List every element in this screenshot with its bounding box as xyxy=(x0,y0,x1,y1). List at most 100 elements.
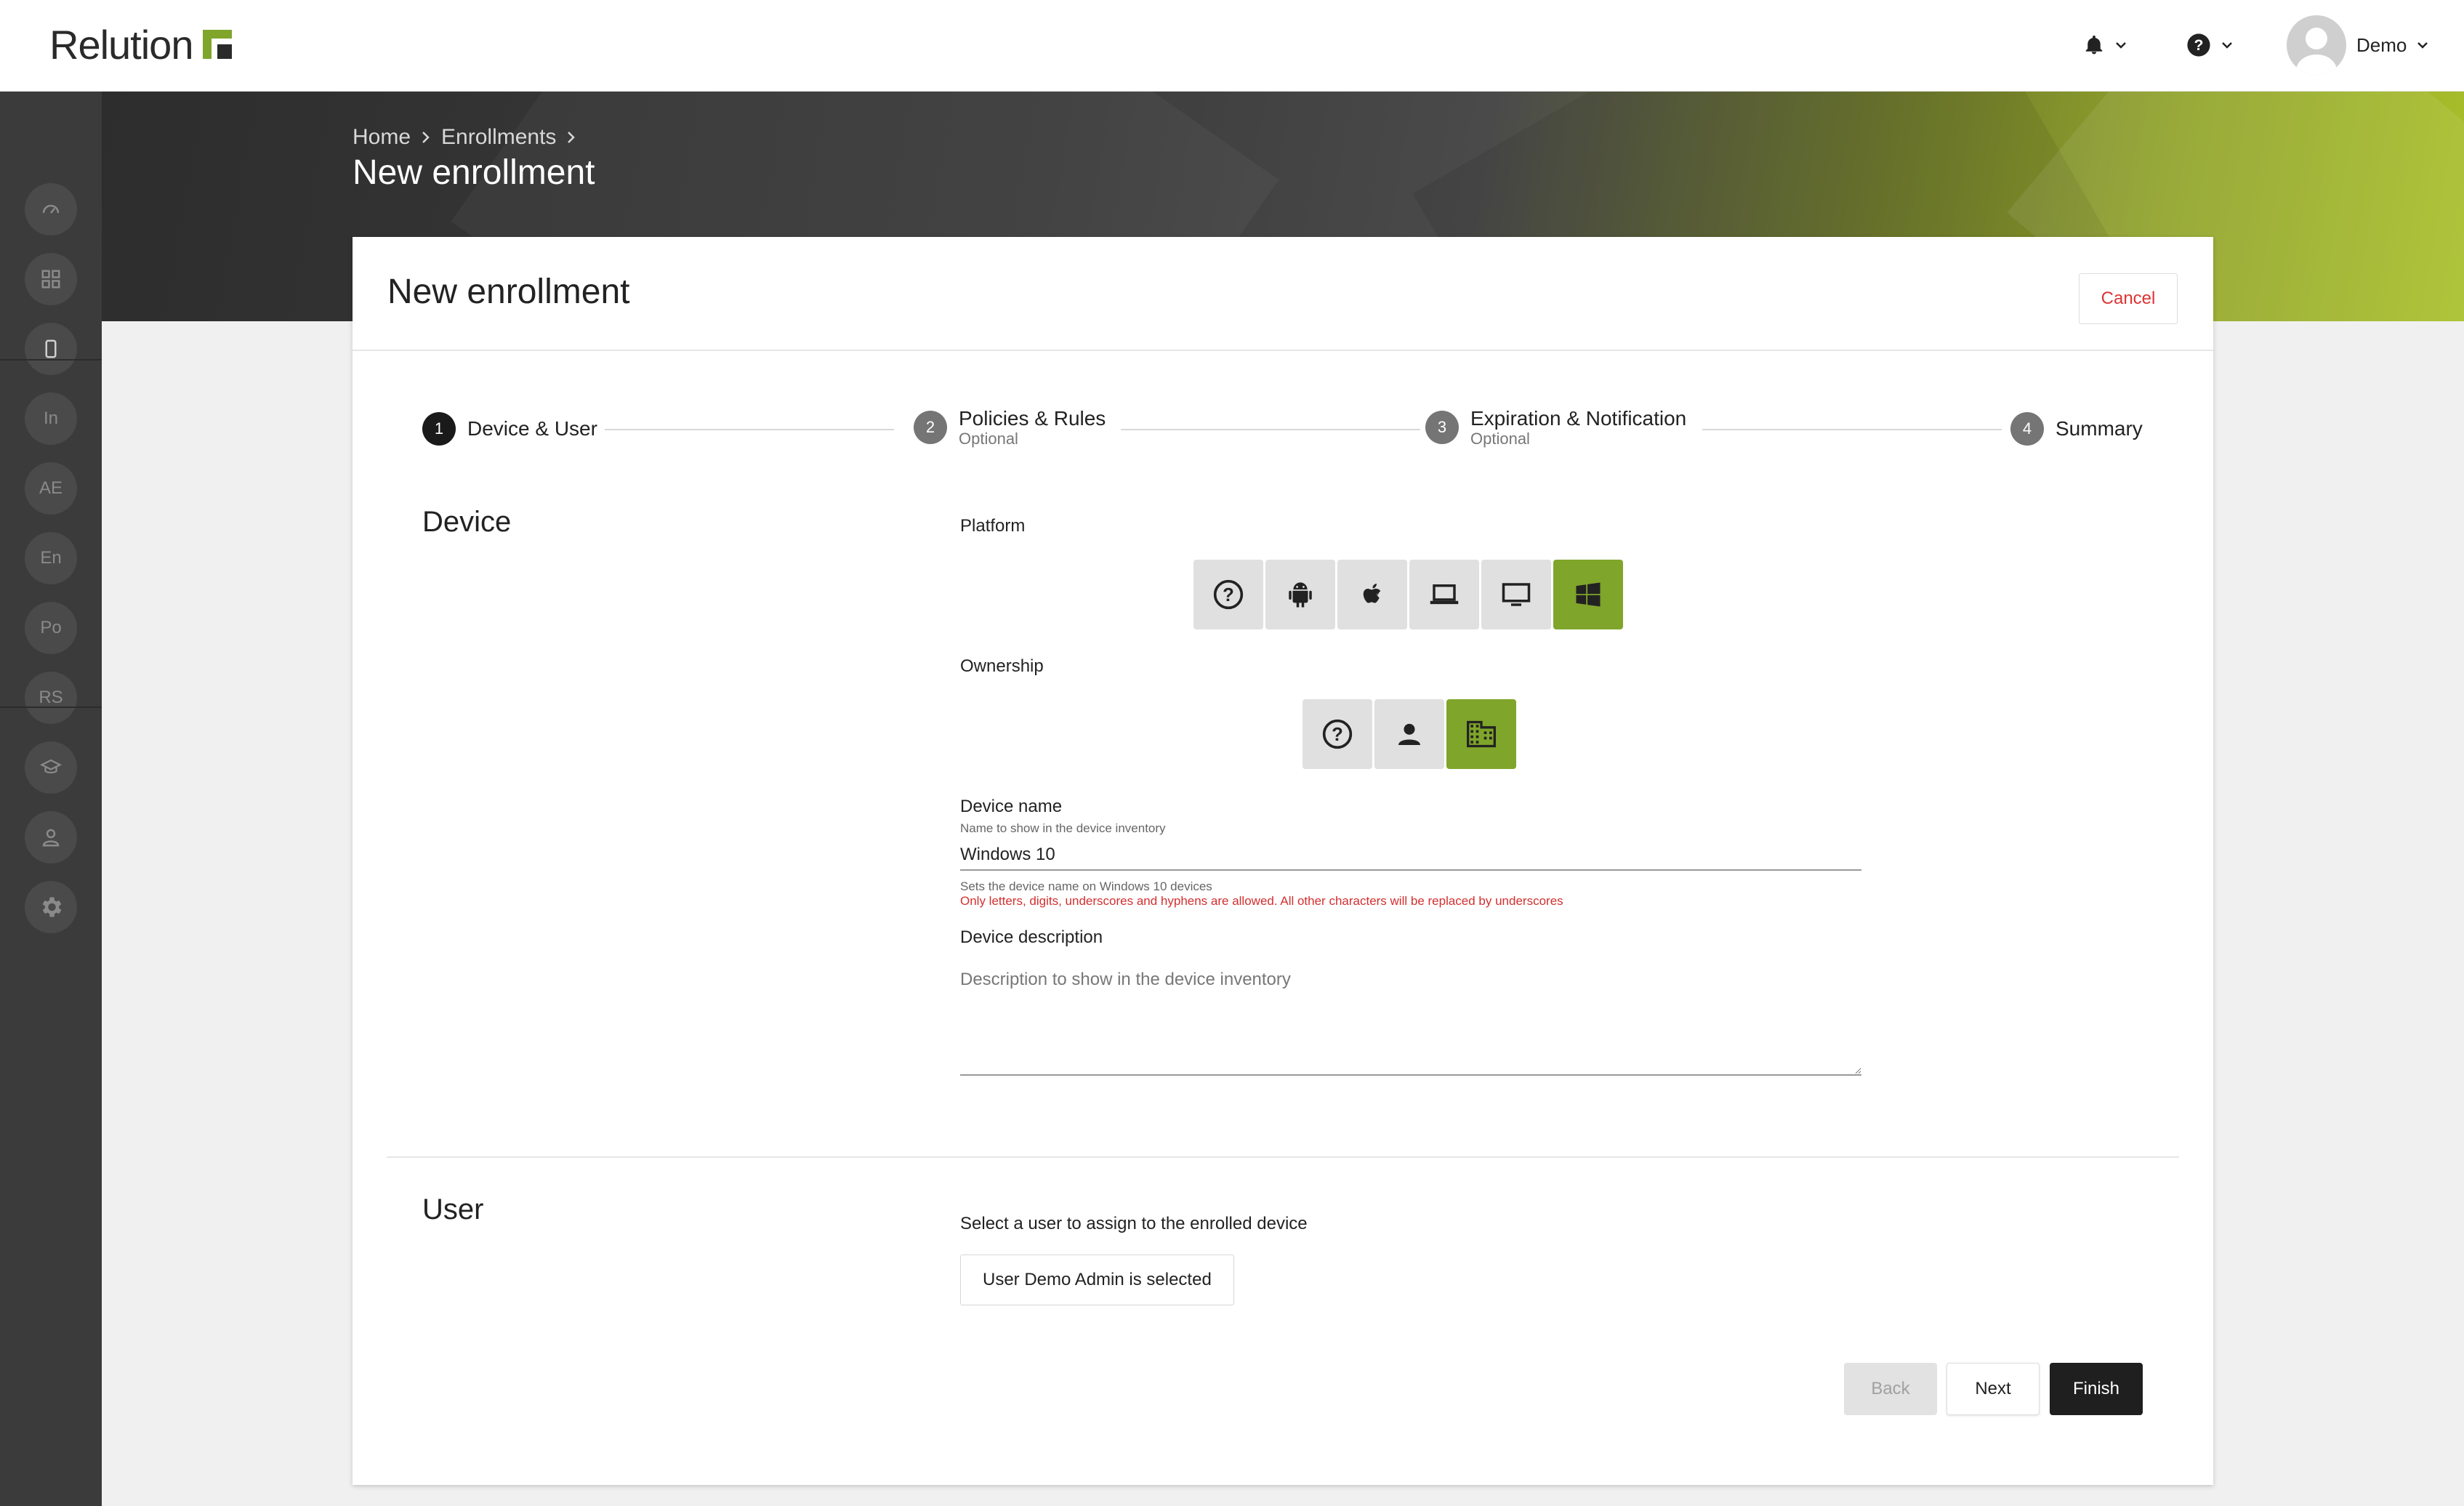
sidebar: In AE En Po RS xyxy=(0,92,102,1506)
step-summary[interactable]: 4 Summary xyxy=(2010,412,2143,446)
user-menu[interactable]: Demo xyxy=(2287,15,2428,75)
next-button[interactable]: Next xyxy=(1946,1363,2040,1415)
step-policies-rules[interactable]: 2 Policies & Rules Optional xyxy=(914,407,1106,448)
logo-mark-icon xyxy=(203,30,233,59)
question-circle-icon: ? xyxy=(1322,719,1353,749)
ownership-unknown-toggle[interactable]: ? xyxy=(1303,699,1372,769)
stepper-connector xyxy=(1121,429,1420,430)
device-name-error: Only letters, digits, underscores and hy… xyxy=(960,894,1563,908)
platform-label: Platform xyxy=(960,516,1026,536)
step-optional: Optional xyxy=(959,429,1018,448)
platform-windows-toggle[interactable] xyxy=(1553,560,1623,629)
breadcrumb-enrollments[interactable]: Enrollments xyxy=(441,125,556,150)
sidebar-item-dashboard[interactable] xyxy=(25,183,77,235)
device-name-help: Sets the device name on Windows 10 devic… xyxy=(960,879,1212,893)
platform-toggle-group: ? xyxy=(1193,560,1623,629)
help-icon: ? xyxy=(2187,33,2210,57)
sidebar-item-label: Po xyxy=(40,618,62,637)
select-user-button[interactable]: User Demo Admin is selected xyxy=(960,1255,1234,1305)
sidebar-item-rs[interactable]: RS xyxy=(25,672,77,724)
avatar xyxy=(2287,15,2346,75)
step-expiration-notification[interactable]: 3 Expiration & Notification Optional xyxy=(1425,407,1687,448)
sidebar-item-apps[interactable] xyxy=(25,253,77,305)
svg-text:?: ? xyxy=(1332,725,1343,745)
help-menu[interactable]: ? xyxy=(2186,26,2233,64)
ownership-label: Ownership xyxy=(960,656,1044,676)
sidebar-item-ae[interactable]: AE xyxy=(25,462,77,515)
avatar-person-icon xyxy=(2296,28,2337,75)
card-divider xyxy=(353,350,2213,351)
sidebar-item-users[interactable] xyxy=(25,811,77,863)
user-icon xyxy=(42,829,60,847)
svg-text:?: ? xyxy=(2194,36,2204,54)
step-label: Policies & Rules xyxy=(959,407,1106,430)
chevron-right-icon xyxy=(422,132,430,143)
ownership-company-toggle[interactable] xyxy=(1446,699,1516,769)
finish-button[interactable]: Finish xyxy=(2050,1363,2143,1415)
windows-icon xyxy=(1576,582,1601,607)
user-name: Demo xyxy=(2356,33,2407,56)
sidebar-item-po[interactable]: Po xyxy=(25,602,77,654)
sidebar-item-in[interactable]: In xyxy=(25,392,77,445)
step-label: Summary xyxy=(2056,416,2143,440)
device-description-input[interactable] xyxy=(960,959,1861,1076)
platform-desktop-toggle[interactable] xyxy=(1481,560,1551,629)
sidebar-item-label: En xyxy=(40,548,62,568)
device-name-input[interactable] xyxy=(960,840,1861,871)
back-button[interactable]: Back xyxy=(1844,1363,1937,1415)
device-section-title: Device xyxy=(422,506,512,538)
notifications-menu[interactable] xyxy=(2083,26,2127,64)
page-title: New enrollment xyxy=(353,153,595,192)
device-name-label: Device name xyxy=(960,797,1063,816)
sidebar-item-label: AE xyxy=(39,478,63,498)
sidebar-item-en[interactable]: En xyxy=(25,532,77,584)
device-icon xyxy=(45,339,57,358)
cancel-button[interactable]: Cancel xyxy=(2079,273,2178,324)
laptop-icon xyxy=(1430,584,1459,605)
step-number: 4 xyxy=(2010,412,2044,446)
apps-grid-icon xyxy=(41,270,60,289)
desktop-monitor-icon xyxy=(1502,583,1531,606)
sidebar-item-settings[interactable] xyxy=(25,881,77,933)
breadcrumb-home[interactable]: Home xyxy=(353,125,411,150)
step-number: 2 xyxy=(914,411,947,445)
bell-icon xyxy=(2085,35,2103,55)
question-circle-icon: ? xyxy=(1213,579,1244,610)
platform-android-toggle[interactable] xyxy=(1265,560,1335,629)
sidebar-item-education[interactable] xyxy=(25,741,77,794)
enrollment-card: New enrollment Cancel 1 Device & User 2 … xyxy=(353,237,2213,1485)
chevron-right-icon xyxy=(568,132,576,143)
chevron-down-icon xyxy=(2116,42,2126,49)
android-icon xyxy=(1289,582,1312,608)
apple-icon xyxy=(1363,583,1381,603)
dashboard-icon xyxy=(42,204,60,214)
relution-logo[interactable]: Relution xyxy=(49,20,233,68)
step-optional: Optional xyxy=(1470,429,1530,448)
device-name-hint: Name to show in the device inventory xyxy=(960,821,1166,835)
section-divider xyxy=(387,1156,2179,1158)
platform-unknown-toggle[interactable]: ? xyxy=(1193,560,1263,629)
user-section-title: User xyxy=(422,1193,484,1225)
ownership-personal-toggle[interactable] xyxy=(1374,699,1444,769)
building-icon xyxy=(1467,720,1496,748)
breadcrumb: Home Enrollments xyxy=(353,125,576,150)
sidebar-item-devices[interactable] xyxy=(25,323,77,375)
user-prompt: Select a user to assign to the enrolled … xyxy=(960,1214,1308,1233)
svg-text:?: ? xyxy=(1223,585,1234,605)
card-title: New enrollment xyxy=(387,273,630,311)
step-device-user[interactable]: 1 Device & User xyxy=(422,412,597,446)
gear-icon xyxy=(42,897,62,917)
sidebar-item-label: In xyxy=(43,408,58,428)
stepper-connector xyxy=(605,429,894,430)
platform-apple-toggle[interactable] xyxy=(1337,560,1407,629)
step-number: 3 xyxy=(1425,411,1459,445)
step-label: Expiration & Notification xyxy=(1470,407,1687,430)
step-label: Device & User xyxy=(467,416,597,440)
step-number: 1 xyxy=(422,412,456,446)
top-bar: Relution ? Demo xyxy=(0,0,2464,92)
sidebar-divider xyxy=(0,706,102,708)
person-icon xyxy=(1398,723,1420,745)
ownership-toggle-group: ? xyxy=(1303,699,1516,769)
device-description-label: Device description xyxy=(960,927,1103,947)
platform-macos-toggle[interactable] xyxy=(1409,560,1479,629)
